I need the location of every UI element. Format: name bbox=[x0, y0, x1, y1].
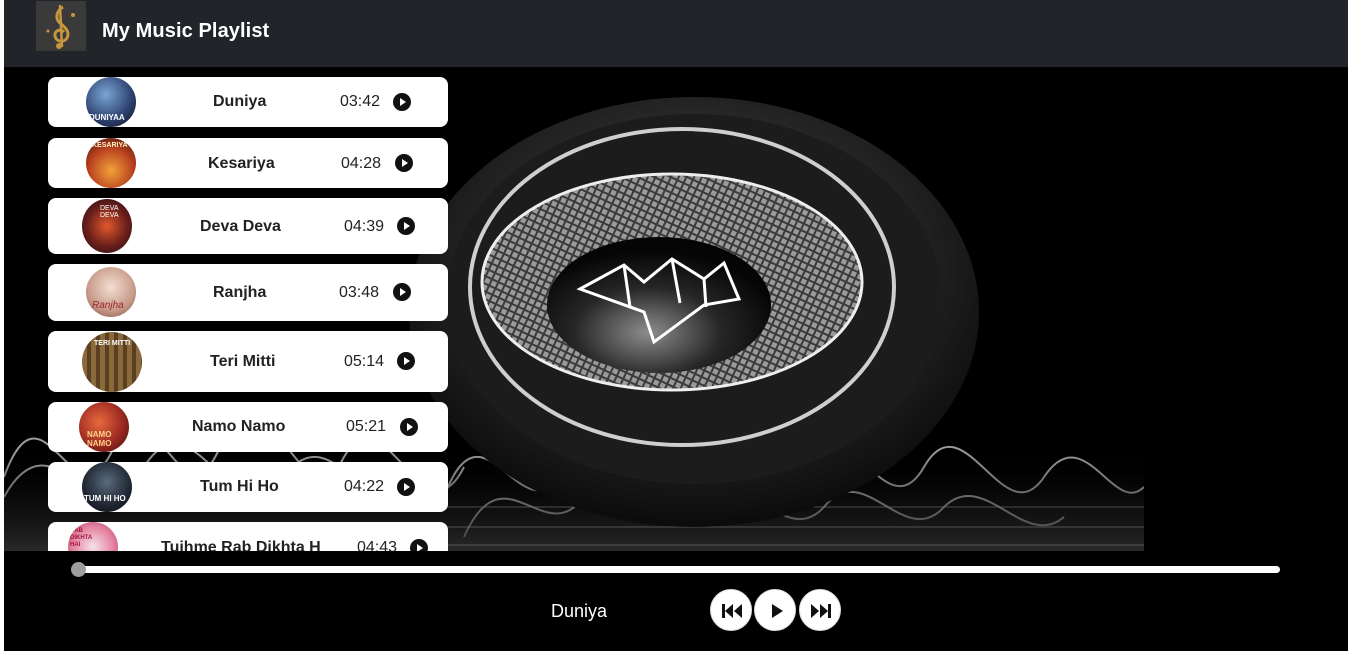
song-title: Ranjha bbox=[213, 284, 267, 301]
previous-icon bbox=[722, 604, 742, 618]
navbar: My Music Playlist bbox=[4, 0, 1348, 67]
song-duration: 05:14 bbox=[344, 353, 385, 370]
progress-track[interactable] bbox=[75, 566, 1280, 573]
player-bar: Duniya bbox=[4, 551, 1348, 651]
song-title: Tujhme Rab Dikhta H bbox=[161, 539, 321, 551]
song-title: Namo Namo bbox=[192, 418, 286, 435]
song-title: Deva Deva bbox=[200, 218, 281, 235]
play-icon[interactable] bbox=[393, 283, 411, 301]
album-cover: DUNIYAA bbox=[86, 77, 136, 127]
album-cover: Ranjha bbox=[86, 267, 136, 317]
song-duration: 04:22 bbox=[344, 478, 385, 495]
album-cover: KESARIYA bbox=[86, 138, 136, 188]
now-playing-title: Duniya bbox=[551, 601, 608, 621]
album-cover: DEVA DEVA bbox=[82, 199, 132, 253]
list-item[interactable]: DUNIYAA Duniya 03:42 bbox=[48, 77, 448, 127]
play-icon[interactable] bbox=[397, 217, 415, 235]
play-icon[interactable] bbox=[397, 478, 415, 496]
list-item[interactable]: KESARIYA Kesariya 04:28 bbox=[48, 138, 448, 188]
song-duration: 03:42 bbox=[340, 93, 381, 110]
progress-slider-thumb[interactable] bbox=[71, 562, 86, 577]
play-icon[interactable] bbox=[397, 352, 415, 370]
play-icon[interactable] bbox=[410, 539, 428, 551]
next-icon bbox=[811, 604, 831, 618]
app-title[interactable]: My Music Playlist bbox=[102, 20, 269, 43]
main-stage: DUNIYAA Duniya 03:42 KESARIYA Kesariya 0… bbox=[4, 67, 1348, 551]
album-cover: TERI MITTI bbox=[82, 332, 142, 392]
song-duration: 04:28 bbox=[341, 155, 382, 172]
previous-button[interactable] bbox=[710, 589, 752, 631]
list-item[interactable]: Ranjha Ranjha 03:48 bbox=[48, 264, 448, 321]
list-item[interactable]: RAB DIKHTA HAI Tujhme Rab Dikhta H 04:43 bbox=[48, 522, 448, 551]
list-item[interactable]: TERI MITTI Teri Mitti 05:14 bbox=[48, 331, 448, 392]
song-title: Duniya bbox=[213, 93, 267, 110]
album-cover: RAB DIKHTA HAI bbox=[68, 522, 118, 551]
app-window: My Music Playlist DUNIYAA Duniya 03:42 K… bbox=[4, 0, 1348, 651]
play-icon[interactable] bbox=[400, 418, 418, 436]
song-duration: 04:39 bbox=[344, 218, 385, 235]
song-title: Teri Mitti bbox=[210, 353, 276, 370]
playlist: DUNIYAA Duniya 03:42 KESARIYA Kesariya 0… bbox=[48, 77, 448, 551]
list-item[interactable]: TUM HI HO Tum Hi Ho 04:22 bbox=[48, 462, 448, 512]
song-duration: 04:43 bbox=[357, 539, 398, 551]
album-cover: NAMO NAMO bbox=[79, 402, 129, 452]
album-cover: TUM HI HO bbox=[82, 462, 132, 512]
play-icon[interactable] bbox=[393, 93, 411, 111]
song-duration: 05:21 bbox=[346, 418, 387, 435]
treble-clef-logo-icon[interactable] bbox=[36, 1, 86, 51]
play-icon[interactable] bbox=[395, 154, 413, 172]
play-icon bbox=[772, 604, 783, 618]
next-button[interactable] bbox=[799, 589, 841, 631]
list-item[interactable]: DEVA DEVA Deva Deva 04:39 bbox=[48, 198, 448, 254]
play-button[interactable] bbox=[754, 589, 796, 631]
song-title: Tum Hi Ho bbox=[200, 478, 279, 495]
list-item[interactable]: NAMO NAMO Namo Namo 05:21 bbox=[48, 402, 448, 452]
song-duration: 03:48 bbox=[339, 284, 380, 301]
song-title: Kesariya bbox=[208, 155, 275, 172]
